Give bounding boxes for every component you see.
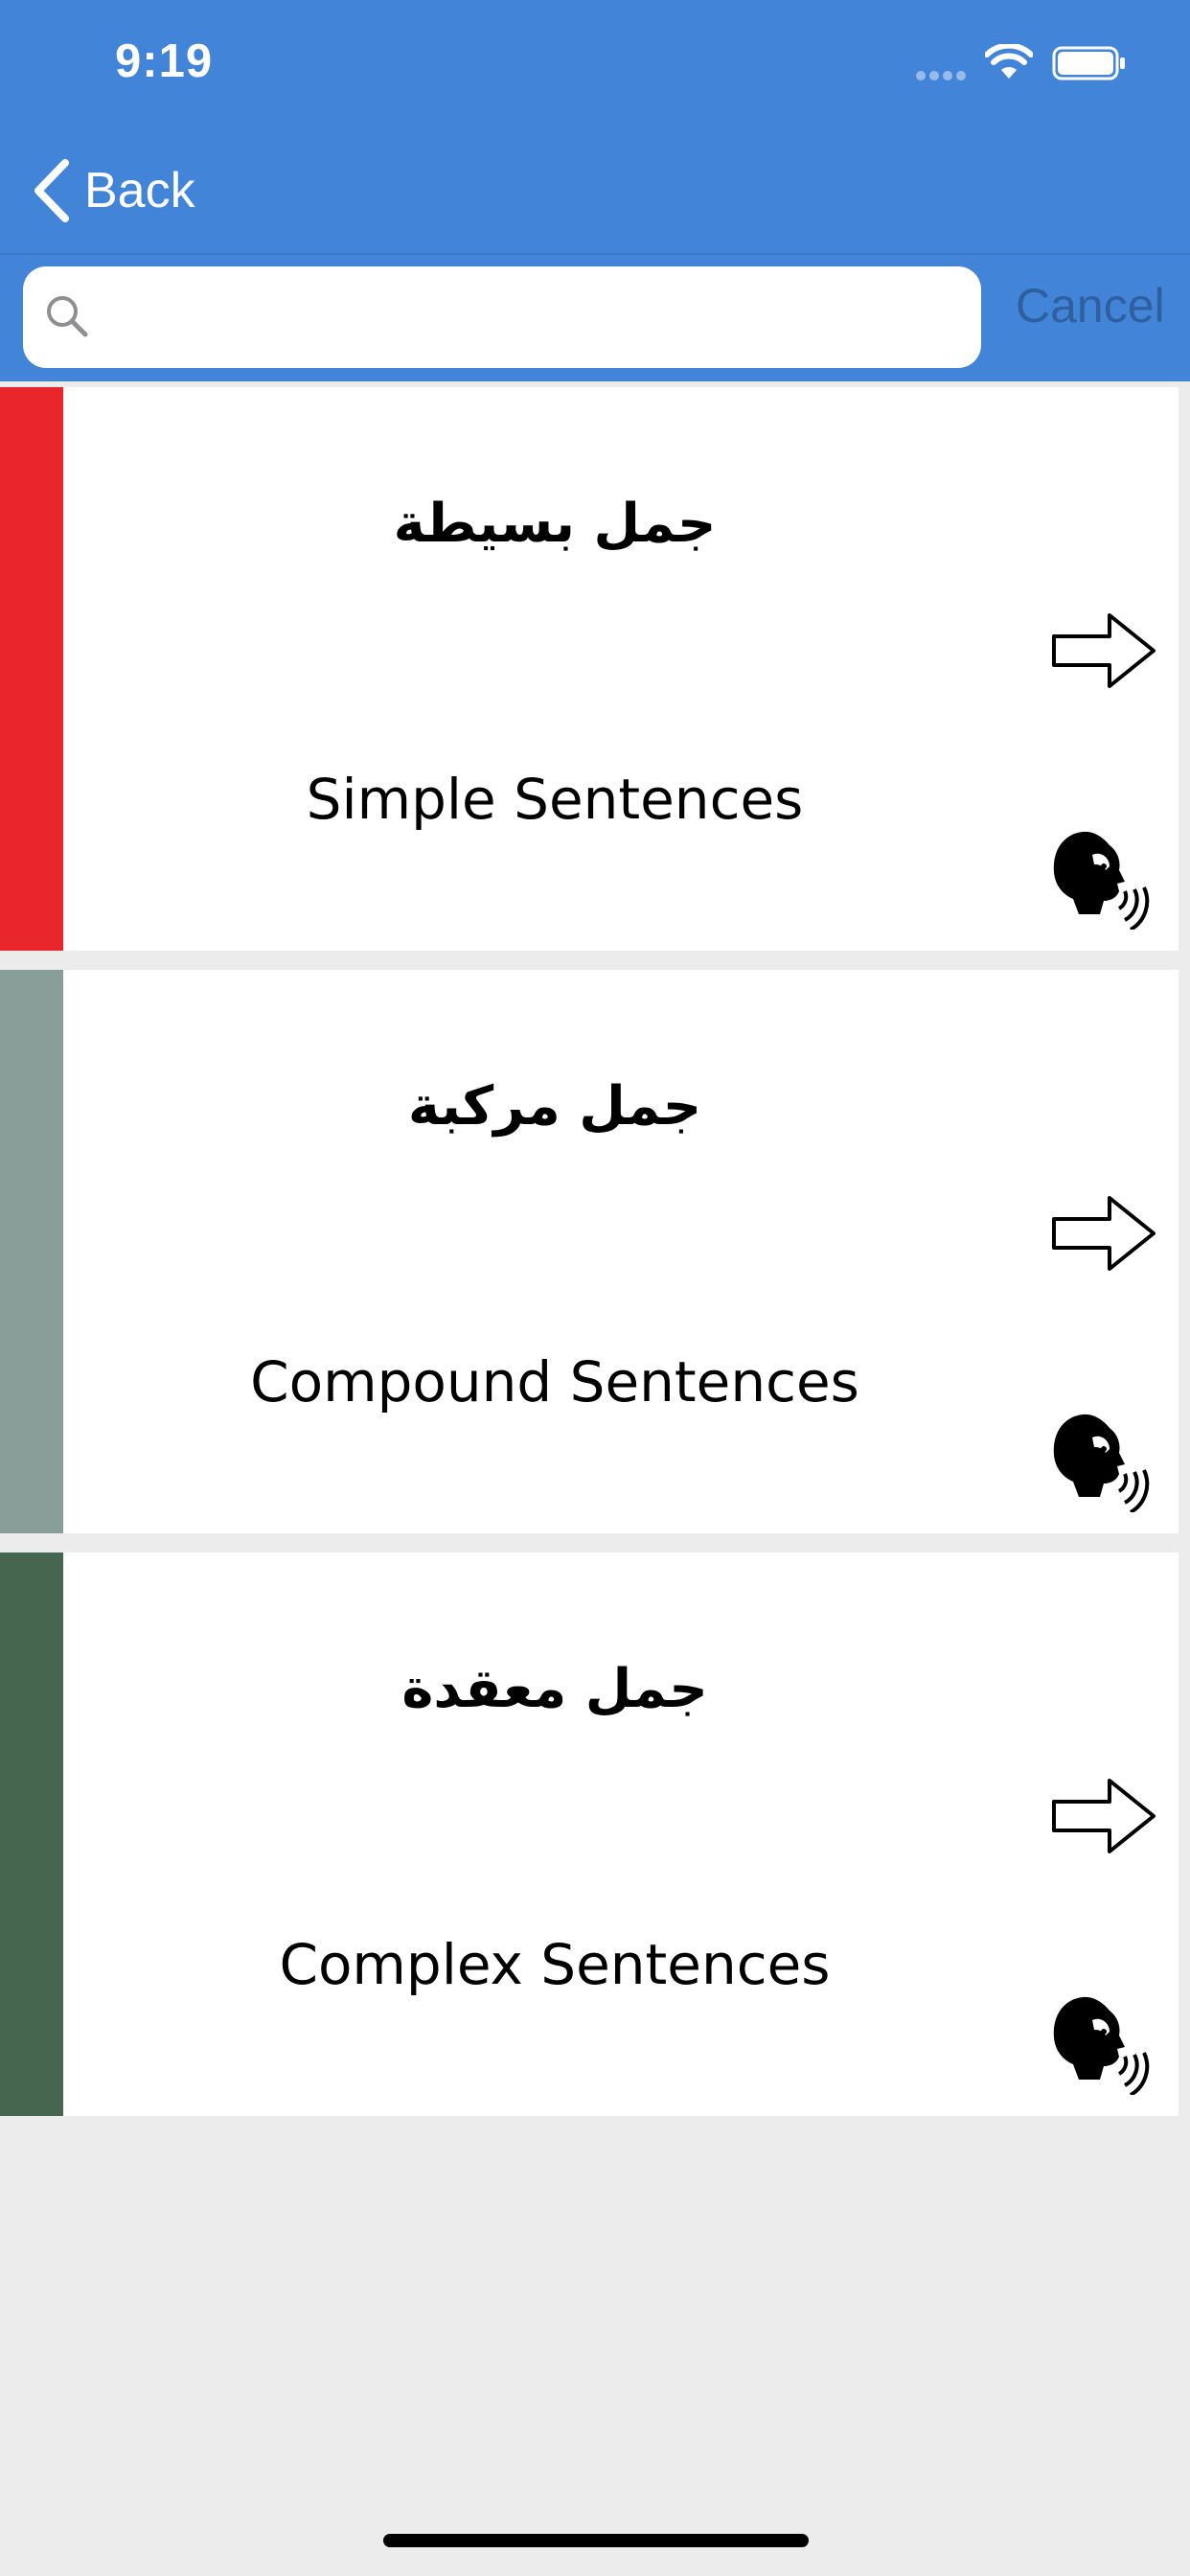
arabic-title: جمل معقدة [401,1658,708,1720]
arrow-right-icon[interactable] [1050,611,1157,690]
english-title: Simple Sentences [306,767,804,832]
header: 9:19 Back [0,0,1190,253]
search-field[interactable] [23,266,981,368]
search-icon [47,296,88,337]
battery-icon [1052,46,1125,80]
back-button[interactable]: Back [33,157,195,224]
search-input[interactable] [109,278,956,356]
arrow-right-icon[interactable] [1050,1194,1157,1273]
english-title: Complex Sentences [279,1932,831,1997]
back-label: Back [84,163,195,218]
status-time: 9:19 [115,35,214,87]
cellular-signal-icon [916,71,966,80]
color-strip [0,970,63,1533]
home-indicator [383,2534,809,2547]
wifi-icon [985,44,1033,79]
navigation-bar: Back [0,144,1190,253]
search-bar: Cancel [0,253,1190,381]
speaking-head-icon[interactable] [1050,1405,1157,1512]
color-strip [0,387,63,951]
chevron-left-icon [34,159,69,222]
color-strip [0,1552,63,2116]
arabic-title: جمل مركبة [407,1075,702,1138]
list-item-complex-sentences[interactable]: جمل معقدة Complex Sentences [0,1552,1179,2116]
speaking-head-icon[interactable] [1050,1988,1157,2095]
arabic-title: جمل بسيطة [393,493,717,555]
speaking-head-icon[interactable] [1050,822,1157,930]
list-item-simple-sentences[interactable]: جمل بسيطة Simple Sentences [0,387,1179,951]
cancel-button[interactable]: Cancel [1016,278,1165,334]
english-title: Compound Sentences [250,1349,859,1414]
list-item-compound-sentences[interactable]: جمل مركبة Compound Sentences [0,970,1179,1533]
arrow-right-icon[interactable] [1050,1777,1157,1855]
